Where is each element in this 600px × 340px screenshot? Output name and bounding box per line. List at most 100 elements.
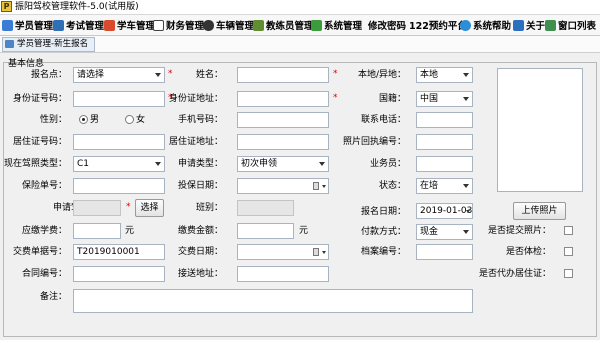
calendar-icon [313, 248, 319, 256]
label-salesperson: 业务员： [369, 159, 406, 169]
tuition-due-input[interactable] [73, 223, 121, 239]
label-remarks: 备注： [39, 292, 67, 302]
photo-submitted-checkbox[interactable] [564, 226, 573, 235]
form-icon [5, 40, 14, 48]
label-nationality: 国籍： [378, 94, 406, 104]
upload-photo-button[interactable]: 上传照片 [513, 202, 566, 220]
required-mark: * [168, 69, 173, 79]
menu-window-list[interactable]: 窗口列表 [545, 18, 596, 32]
label-id-address: 身份证地址： [168, 94, 223, 104]
menu-driving[interactable]: 学车管理 [104, 18, 155, 32]
label-payment-date: 交费日期： [177, 247, 223, 257]
label-medical-exam: 是否体检： [505, 247, 551, 257]
dropdown-arrow-icon [155, 73, 161, 77]
application-type-select[interactable]: 初次申领 [237, 156, 329, 172]
id-number-input[interactable] [73, 91, 165, 107]
gender-male-radio[interactable] [79, 115, 88, 124]
required-mark: * [126, 202, 131, 212]
finance-icon [153, 19, 164, 31]
select-value: 本地 [420, 70, 439, 80]
label-insurance-date: 投保日期： [177, 181, 223, 191]
label-residence-permit-number: 居住证号码： [12, 137, 67, 147]
system-icon [311, 19, 322, 31]
label-registration-point: 报名点： [30, 70, 67, 80]
menu-label: 车辆管理 [216, 21, 255, 32]
id-address-input[interactable] [237, 91, 329, 107]
menu-change-password[interactable]: 修改密码 [368, 18, 406, 32]
menu-exam[interactable]: 考试管理 [53, 18, 104, 32]
nationality-select[interactable]: 中国 [416, 91, 473, 107]
label-contact-phone: 联系电话： [360, 115, 406, 125]
menu-label: 系统帮助 [473, 21, 512, 32]
menu-122-platform[interactable]: 122预约平台 [409, 18, 467, 32]
label-payment-method: 付款方式： [360, 227, 406, 237]
photo-preview [497, 68, 583, 192]
coach-icon [253, 19, 264, 31]
contract-number-input[interactable] [73, 266, 165, 282]
label-residence-permit-address: 居住证地址： [168, 137, 223, 147]
current-license-type-select[interactable]: C1 [73, 156, 165, 172]
residence-select[interactable]: 本地 [416, 67, 473, 83]
menu-finance[interactable]: 财务管理 [153, 18, 204, 32]
pickup-address-input[interactable] [237, 266, 329, 282]
contact-phone-input[interactable] [416, 112, 473, 128]
select-value: 现金 [420, 227, 439, 237]
insurance-date-picker[interactable] [237, 178, 329, 194]
dropdown-arrow-icon [322, 185, 326, 188]
label-mobile: 手机号码： [177, 115, 223, 125]
dropdown-arrow-icon [463, 184, 469, 188]
menu-coach[interactable]: 教练员管理 [253, 18, 314, 32]
gender-female-label: 女 [136, 115, 146, 125]
gender-female-radio[interactable] [125, 115, 134, 124]
dropdown-arrow-icon [463, 97, 469, 101]
residence-permit-number-input[interactable] [73, 134, 165, 150]
mobile-input[interactable] [237, 112, 329, 128]
payment-date-picker[interactable] [237, 244, 329, 260]
label-residence: 本地/异地： [357, 70, 406, 80]
label-payment-receipt-number: 交费单据号： [12, 247, 67, 257]
menu-students[interactable]: 学员管理 [2, 18, 53, 32]
unit-yuan: 元 [299, 226, 309, 236]
dropdown-arrow-icon [466, 210, 470, 213]
residence-permit-address-input[interactable] [237, 134, 329, 150]
residence-permit-proxy-checkbox[interactable] [564, 269, 573, 278]
medical-exam-checkbox[interactable] [564, 247, 573, 256]
label-residence-permit-proxy: 是否代办居住证： [478, 269, 551, 279]
label-application-type: 申请类型： [177, 159, 223, 169]
photo-receipt-number-input[interactable] [416, 134, 473, 150]
class-type-input[interactable] [237, 200, 294, 216]
menu-bar: 学员管理 考试管理 学车管理 财务管理 车辆管理 教练员管理 系统管理 修改密码… [0, 15, 600, 36]
insurance-number-input[interactable] [73, 178, 165, 194]
label-photo-receipt-number: 照片回执编号： [342, 137, 406, 147]
payment-method-select[interactable]: 现金 [416, 224, 473, 240]
payment-receipt-number-input[interactable]: T2019010001 [73, 244, 165, 260]
file-number-input[interactable] [416, 244, 473, 260]
menu-help[interactable]: 系统帮助 [460, 18, 511, 32]
dropdown-arrow-icon [319, 162, 325, 166]
status-select[interactable]: 在培 [416, 178, 473, 194]
remarks-textarea[interactable] [73, 289, 473, 313]
menu-label: 窗口列表 [558, 21, 597, 32]
dropdown-arrow-icon [155, 162, 161, 166]
menu-about[interactable]: 关于 [513, 18, 545, 32]
menu-system[interactable]: 系统管理 [311, 18, 362, 32]
dropdown-arrow-icon [322, 251, 326, 254]
label-photo-submitted: 是否提交照片： [487, 226, 551, 236]
registration-date-picker[interactable]: 2019-01-03 [416, 203, 473, 219]
driving-icon [104, 19, 115, 31]
select-button[interactable]: 选择 [135, 199, 164, 217]
help-icon [460, 19, 471, 31]
window-list-icon [545, 19, 556, 31]
tab-new-student[interactable]: 学员管理-新生报名 [2, 37, 96, 52]
menu-label: 关于 [526, 21, 546, 32]
applied-license-type-input[interactable] [73, 200, 121, 216]
name-input[interactable] [237, 67, 329, 83]
payment-amount-input[interactable] [237, 223, 294, 239]
calendar-icon [313, 182, 319, 190]
gender-male-label: 男 [90, 115, 100, 125]
menu-vehicle[interactable]: 车辆管理 [203, 18, 254, 32]
label-gender: 性别： [39, 115, 67, 125]
registration-point-select[interactable]: 请选择 [73, 67, 165, 83]
salesperson-input[interactable] [416, 156, 473, 172]
label-tuition-due: 应缴学费： [21, 226, 67, 236]
